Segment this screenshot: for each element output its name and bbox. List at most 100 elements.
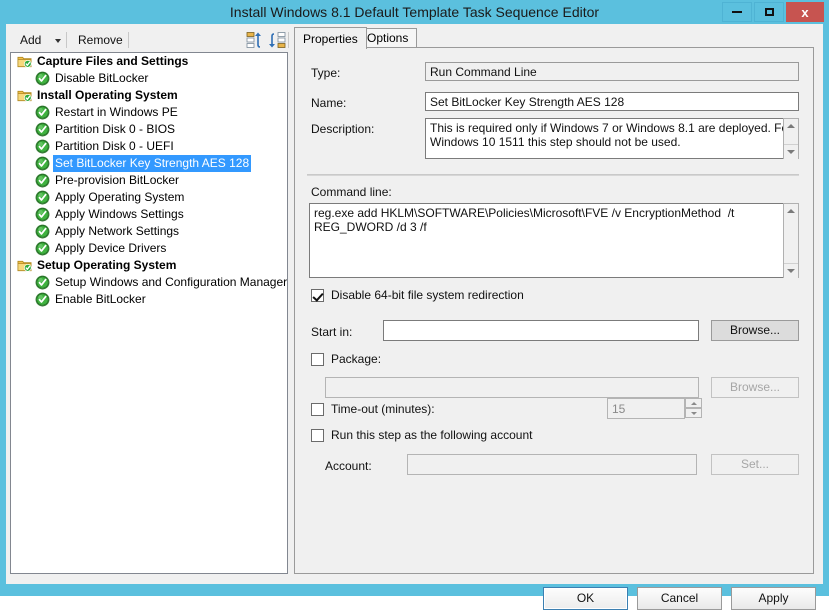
tab-properties[interactable]: Properties <box>294 27 367 49</box>
account-set-button: Set... <box>711 454 799 475</box>
title-bar: Install Windows 8.1 Default Template Tas… <box>0 0 829 24</box>
folder-check-icon <box>17 54 32 69</box>
tree-item-label: Setup Windows and Configuration Manager <box>53 274 288 291</box>
tree-toolbar: Add Remove <box>10 28 288 52</box>
maximize-icon <box>765 8 774 16</box>
package-browse-button: Browse... <box>711 377 799 398</box>
tree-item-label: Enable BitLocker <box>53 291 148 308</box>
tree-step-row[interactable]: Apply Network Settings <box>11 223 287 240</box>
timeout-label: Time-out (minutes): <box>331 402 435 416</box>
folder-check-icon <box>17 88 32 103</box>
green-check-icon <box>35 275 50 290</box>
tree-step-row[interactable]: Apply Operating System <box>11 189 287 206</box>
account-input <box>407 454 697 475</box>
tree-group-row[interactable]: Install Operating System <box>11 87 287 104</box>
account-label: Account: <box>325 459 372 473</box>
tree-step-row[interactable]: Apply Device Drivers <box>11 240 287 257</box>
green-check-icon <box>35 292 50 307</box>
scroll-down-button[interactable] <box>784 263 798 278</box>
tree-item-label: Pre-provision BitLocker <box>53 172 181 189</box>
toolbar-separator <box>288 32 289 48</box>
minimize-icon <box>732 11 742 13</box>
green-check-icon <box>35 224 50 239</box>
tree-item-label: Disable BitLocker <box>53 70 150 87</box>
chevron-down-icon <box>691 412 697 415</box>
tree-item-label: Apply Operating System <box>53 189 186 206</box>
scroll-down-button[interactable] <box>784 144 798 159</box>
type-value: Run Command Line <box>425 62 799 81</box>
tree-item-label: Setup Operating System <box>35 257 178 274</box>
task-sequence-tree[interactable]: Capture Files and SettingsDisable BitLoc… <box>10 52 288 574</box>
tree-step-row[interactable]: Set BitLocker Key Strength AES 128 <box>11 155 287 172</box>
name-input[interactable]: Set BitLocker Key Strength AES 128 <box>425 92 799 111</box>
close-button[interactable]: x <box>786 2 824 22</box>
move-down-icon[interactable] <box>268 31 286 49</box>
disable-redirection-checkbox[interactable] <box>311 289 324 302</box>
tree-step-row[interactable]: Disable BitLocker <box>11 70 287 87</box>
close-icon: x <box>801 5 808 20</box>
chevron-down-icon <box>787 150 795 154</box>
tree-item-label: Partition Disk 0 - UEFI <box>53 138 176 155</box>
maximize-button[interactable] <box>754 2 784 22</box>
tree-step-row[interactable]: Partition Disk 0 - UEFI <box>11 138 287 155</box>
run-as-label: Run this step as the following account <box>331 428 532 442</box>
description-label: Description: <box>311 122 374 136</box>
green-check-icon <box>35 190 50 205</box>
task-sequence-editor-window: Install Windows 8.1 Default Template Tas… <box>0 0 829 596</box>
window-title: Install Windows 8.1 Default Template Tas… <box>0 0 829 24</box>
description-scrollbar[interactable] <box>783 118 799 159</box>
scroll-up-button[interactable] <box>784 119 798 133</box>
green-check-icon <box>35 207 50 222</box>
chevron-up-icon <box>691 402 697 405</box>
apply-button[interactable]: Apply <box>731 587 816 610</box>
tree-group-row[interactable]: Capture Files and Settings <box>11 53 287 70</box>
properties-tab-panel: Type: Run Command Line Name: Set BitLock… <box>294 47 814 574</box>
green-check-icon <box>35 105 50 120</box>
timeout-input: 15 <box>607 398 685 419</box>
tab-strip: Properties Options <box>294 28 814 48</box>
tree-step-row[interactable]: Setup Windows and Configuration Manager <box>11 274 287 291</box>
minimize-button[interactable] <box>722 2 752 22</box>
section-divider <box>307 174 799 176</box>
start-in-browse-button[interactable]: Browse... <box>711 320 799 341</box>
tree-step-row[interactable]: Pre-provision BitLocker <box>11 172 287 189</box>
tree-step-row[interactable]: Restart in Windows PE <box>11 104 287 121</box>
name-label: Name: <box>311 96 346 110</box>
add-button[interactable]: Add <box>14 30 47 50</box>
green-check-icon <box>35 122 50 137</box>
disable-redirection-label: Disable 64-bit file system redirection <box>331 288 524 302</box>
run-as-checkbox[interactable] <box>311 429 324 442</box>
chevron-down-icon[interactable] <box>55 39 61 43</box>
toolbar-separator <box>128 32 129 48</box>
ok-button[interactable]: OK <box>543 587 628 610</box>
start-in-input[interactable] <box>383 320 699 341</box>
tree-item-label: Restart in Windows PE <box>53 104 180 121</box>
tree-step-row[interactable]: Enable BitLocker <box>11 291 287 308</box>
tree-item-label: Capture Files and Settings <box>35 53 190 70</box>
green-check-icon <box>35 139 50 154</box>
green-check-icon <box>35 156 50 171</box>
tree-step-row[interactable]: Partition Disk 0 - BIOS <box>11 121 287 138</box>
package-label: Package: <box>331 352 381 366</box>
chevron-up-icon <box>787 209 795 213</box>
tree-group-row[interactable]: Setup Operating System <box>11 257 287 274</box>
description-input[interactable]: This is required only if Windows 7 or Wi… <box>425 118 799 159</box>
cancel-button[interactable]: Cancel <box>637 587 722 610</box>
dialog-client-area: Add Remove Capture Files and S <box>6 24 823 584</box>
green-check-icon <box>35 71 50 86</box>
command-line-input[interactable]: reg.exe add HKLM\SOFTWARE\Policies\Micro… <box>309 203 799 278</box>
move-up-icon[interactable] <box>246 31 264 49</box>
stepper-down-button <box>685 408 702 418</box>
tree-step-row[interactable]: Apply Windows Settings <box>11 206 287 223</box>
stepper-up-button <box>685 398 702 408</box>
command-line-scrollbar[interactable] <box>783 203 799 278</box>
package-checkbox[interactable] <box>311 353 324 366</box>
remove-button[interactable]: Remove <box>72 30 129 50</box>
tab-options[interactable]: Options <box>358 28 417 48</box>
scroll-up-button[interactable] <box>784 204 798 218</box>
tree-item-label: Apply Network Settings <box>53 223 181 240</box>
timeout-checkbox[interactable] <box>311 403 324 416</box>
tree-item-label: Set BitLocker Key Strength AES 128 <box>53 155 251 172</box>
command-line-label: Command line: <box>311 185 392 199</box>
tree-item-label: Install Operating System <box>35 87 180 104</box>
